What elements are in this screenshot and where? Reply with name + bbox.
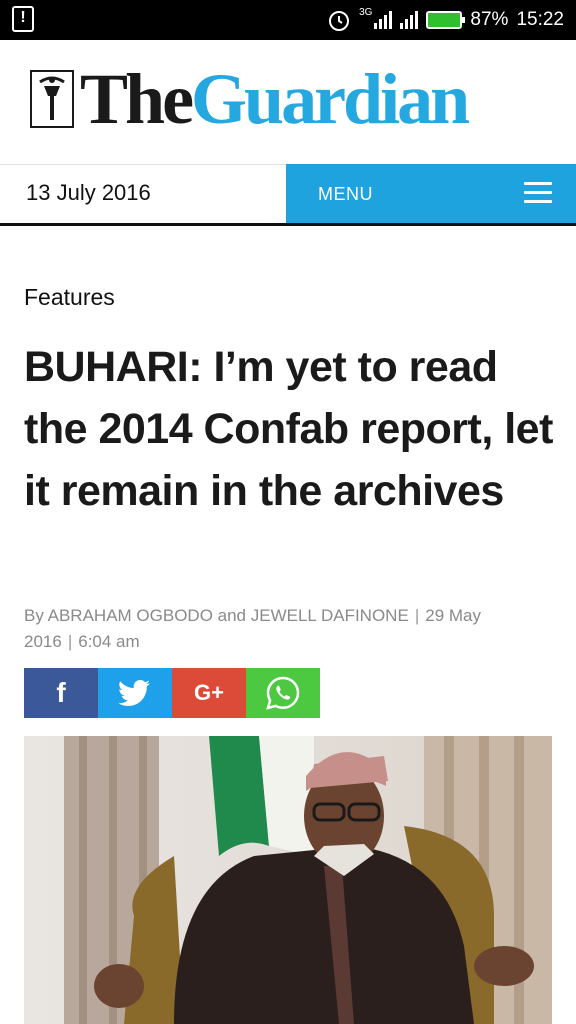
whatsapp-share-button[interactable] bbox=[246, 668, 320, 718]
article-photo[interactable] bbox=[24, 736, 552, 1024]
date-menu-bar: 13 July 2016 MENU bbox=[0, 164, 576, 226]
battery-icon bbox=[426, 11, 466, 29]
menu-label: MENU bbox=[318, 184, 373, 204]
section-label[interactable]: Features bbox=[24, 284, 115, 311]
whatsapp-icon bbox=[266, 676, 300, 710]
status-bar: ! 3G 87% 15:22 bbox=[0, 0, 576, 40]
byline: By ABRAHAM OGBODO and JEWELL DAFINONE | 29… bbox=[24, 603, 544, 655]
network-type: 3G bbox=[359, 6, 373, 18]
facebook-share-button[interactable]: f bbox=[24, 668, 98, 718]
article-headline: BUHARI: I’m yet to read the 2014 Confab … bbox=[24, 343, 553, 515]
twitter-icon bbox=[119, 680, 150, 706]
byline-separator: | bbox=[67, 632, 73, 651]
menu-button[interactable]: MENU bbox=[286, 164, 576, 223]
byline-time: 6:04 am bbox=[78, 632, 140, 651]
facebook-icon: f bbox=[56, 677, 66, 708]
status-bar-right: 3G 87% 15:22 bbox=[327, 0, 564, 40]
hamburger-icon bbox=[524, 182, 552, 204]
logo-guardian: Guardian bbox=[191, 59, 470, 139]
byline-authors: By ABRAHAM OGBODO and JEWELL DAFINONE bbox=[24, 606, 409, 625]
twitter-share-button[interactable] bbox=[98, 668, 172, 718]
google-plus-icon: G+ bbox=[194, 680, 224, 705]
logo[interactable]: TheGuardian bbox=[80, 54, 470, 144]
alert-icon: ! bbox=[12, 6, 34, 32]
google-plus-share-button[interactable]: G+ bbox=[172, 668, 246, 718]
signal-icon bbox=[374, 11, 393, 29]
alarm-icon bbox=[329, 11, 350, 31]
byline-separator: | bbox=[414, 606, 420, 625]
logo-the: The bbox=[80, 59, 194, 139]
share-bar: f G+ bbox=[24, 668, 320, 718]
clock: 15:22 bbox=[516, 9, 564, 30]
signal-icon bbox=[400, 11, 419, 29]
current-date: 13 July 2016 bbox=[26, 180, 151, 205]
battery-percent: 87% bbox=[470, 9, 509, 30]
masthead: TheGuardian bbox=[0, 40, 576, 165]
guardian-emblem-icon[interactable] bbox=[30, 70, 74, 128]
